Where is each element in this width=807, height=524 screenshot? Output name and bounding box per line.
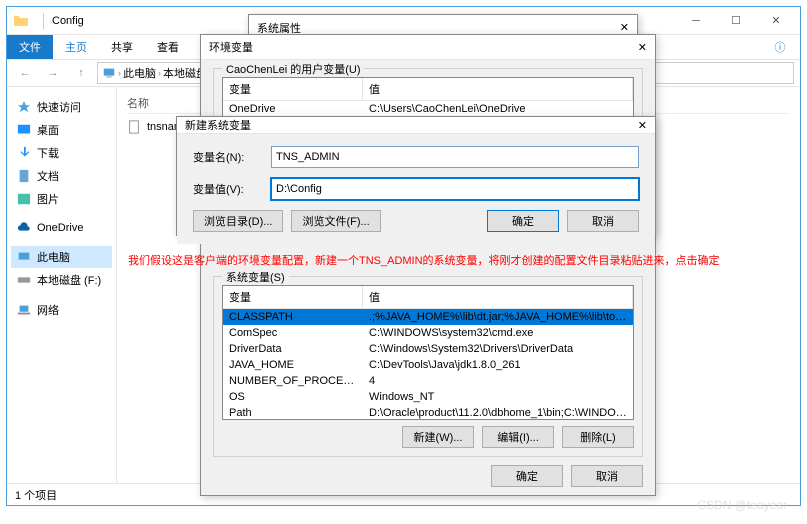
- browse-dir-button[interactable]: 浏览目录(D)...: [193, 210, 283, 232]
- user-vars-table[interactable]: 变量值 OneDriveC:\Users\CaoChenLei\OneDrive: [222, 77, 634, 118]
- col-val[interactable]: 值: [363, 78, 633, 100]
- star-icon: [17, 100, 31, 114]
- var-value-label: 变量值(V):: [193, 181, 261, 197]
- ok-button[interactable]: 确定: [491, 465, 563, 487]
- ribbon-expand-icon[interactable]: ⓘ: [760, 33, 800, 61]
- table-row[interactable]: DriverDataC:\Windows\System32\Drivers\Dr…: [223, 341, 633, 357]
- var-value-input[interactable]: [271, 178, 639, 200]
- annotation-text: 我们假设这是客户端的环境变量配置，新建一个TNS_ADMIN的系统变量，将刚才创…: [128, 252, 720, 268]
- sidebar-desktop[interactable]: 桌面: [11, 119, 112, 141]
- tab-share[interactable]: 共享: [99, 35, 145, 59]
- table-row[interactable]: OneDriveC:\Users\CaoChenLei\OneDrive: [223, 101, 633, 117]
- sys-vars-table[interactable]: 变量值 CLASSPATH.;%JAVA_HOME%\lib\dt.jar;%J…: [222, 285, 634, 420]
- table-row[interactable]: ComSpecC:\WINDOWS\system32\cmd.exe: [223, 325, 633, 341]
- sidebar-item-label: 快速访问: [37, 99, 81, 115]
- cancel-button[interactable]: 取消: [567, 210, 639, 232]
- tab-view[interactable]: 查看: [145, 35, 191, 59]
- qat-divider: [43, 13, 44, 29]
- sidebar-localdisk[interactable]: 本地磁盘 (F:): [11, 269, 112, 291]
- delete-button[interactable]: 删除(L): [562, 426, 634, 448]
- document-icon: [17, 169, 31, 183]
- breadcrumb-pc[interactable]: 此电脑: [123, 65, 156, 81]
- sidebar-item-label: 下载: [37, 145, 59, 161]
- close-icon[interactable]: ✕: [638, 41, 647, 54]
- table-row[interactable]: JAVA_HOMEC:\DevTools\Java\jdk1.8.0_261: [223, 357, 633, 373]
- var-name-label: 变量名(N):: [193, 149, 261, 165]
- folder-icon: [13, 13, 29, 29]
- pc-icon: [17, 250, 31, 264]
- close-button[interactable]: ✕: [756, 7, 796, 35]
- sidebar: 快速访问 桌面 下载 文档 图片 OneDrive 此电脑 本地磁盘 (F:) …: [7, 87, 117, 483]
- maximize-button[interactable]: ☐: [716, 7, 756, 35]
- dialog-titlebar: 新建系统变量 ✕: [177, 117, 655, 134]
- minimize-button[interactable]: ─: [676, 7, 716, 35]
- ok-button[interactable]: 确定: [487, 210, 559, 232]
- watermark: CSDN @teayear: [697, 498, 787, 512]
- col-val[interactable]: 值: [363, 286, 633, 308]
- sidebar-item-label: 此电脑: [37, 249, 70, 265]
- desktop-icon: [17, 123, 31, 137]
- close-icon[interactable]: ✕: [638, 119, 647, 132]
- window-title: Config: [52, 15, 84, 27]
- var-name-input[interactable]: [271, 146, 639, 168]
- close-icon[interactable]: ✕: [620, 21, 629, 34]
- sidebar-item-label: 文档: [37, 168, 59, 184]
- user-vars-label: CaoChenLei 的用户变量(U): [222, 61, 364, 77]
- sidebar-pictures[interactable]: 图片: [11, 188, 112, 210]
- sidebar-item-label: 桌面: [37, 122, 59, 138]
- dialog-titlebar: 环境变量 ✕: [201, 35, 655, 60]
- browse-file-button[interactable]: 浏览文件(F)...: [291, 210, 380, 232]
- forward-button[interactable]: →: [41, 61, 65, 85]
- sidebar-quick-access[interactable]: 快速访问: [11, 96, 112, 118]
- sys-vars-group: 系统变量(S) 变量值 CLASSPATH.;%JAVA_HOME%\lib\d…: [213, 276, 643, 457]
- sidebar-item-label: 本地磁盘 (F:): [37, 272, 101, 288]
- table-row[interactable]: NUMBER_OF_PROCESSORS4: [223, 373, 633, 389]
- sidebar-network[interactable]: 网络: [11, 299, 112, 321]
- sidebar-documents[interactable]: 文档: [11, 165, 112, 187]
- pc-icon: [102, 66, 116, 80]
- cancel-button[interactable]: 取消: [571, 465, 643, 487]
- download-icon: [17, 146, 31, 160]
- drive-icon: [17, 273, 31, 287]
- sidebar-item-label: OneDrive: [37, 222, 83, 234]
- new-system-var-dialog: 新建系统变量 ✕ 变量名(N): 变量值(V): 浏览目录(D)... 浏览文件…: [176, 116, 656, 236]
- dialog-title: 环境变量: [209, 39, 253, 55]
- new-button[interactable]: 新建(W)...: [402, 426, 474, 448]
- sidebar-thispc[interactable]: 此电脑: [11, 246, 112, 268]
- table-row[interactable]: PathD:\Oracle\product\11.2.0\dbhome_1\bi…: [223, 405, 633, 419]
- table-row[interactable]: CLASSPATH.;%JAVA_HOME%\lib\dt.jar;%JAVA_…: [223, 309, 633, 325]
- sidebar-downloads[interactable]: 下载: [11, 142, 112, 164]
- col-var[interactable]: 变量: [223, 286, 363, 308]
- sidebar-item-label: 图片: [37, 191, 59, 207]
- dialog-title: 新建系统变量: [185, 117, 251, 133]
- sidebar-item-label: 网络: [37, 302, 59, 318]
- back-button[interactable]: ←: [13, 61, 37, 85]
- tab-home[interactable]: 主页: [53, 35, 99, 59]
- sidebar-onedrive[interactable]: OneDrive: [11, 218, 112, 238]
- col-var[interactable]: 变量: [223, 78, 363, 100]
- edit-button[interactable]: 编辑(I)...: [482, 426, 554, 448]
- cloud-icon: [17, 221, 31, 235]
- status-text: 1 个项目: [15, 487, 57, 503]
- table-row[interactable]: OSWindows_NT: [223, 389, 633, 405]
- picture-icon: [17, 192, 31, 206]
- network-icon: [17, 303, 31, 317]
- file-icon: [127, 120, 141, 134]
- tab-file[interactable]: 文件: [7, 35, 53, 59]
- sys-vars-label: 系统变量(S): [222, 269, 289, 285]
- up-button[interactable]: ↑: [69, 61, 93, 85]
